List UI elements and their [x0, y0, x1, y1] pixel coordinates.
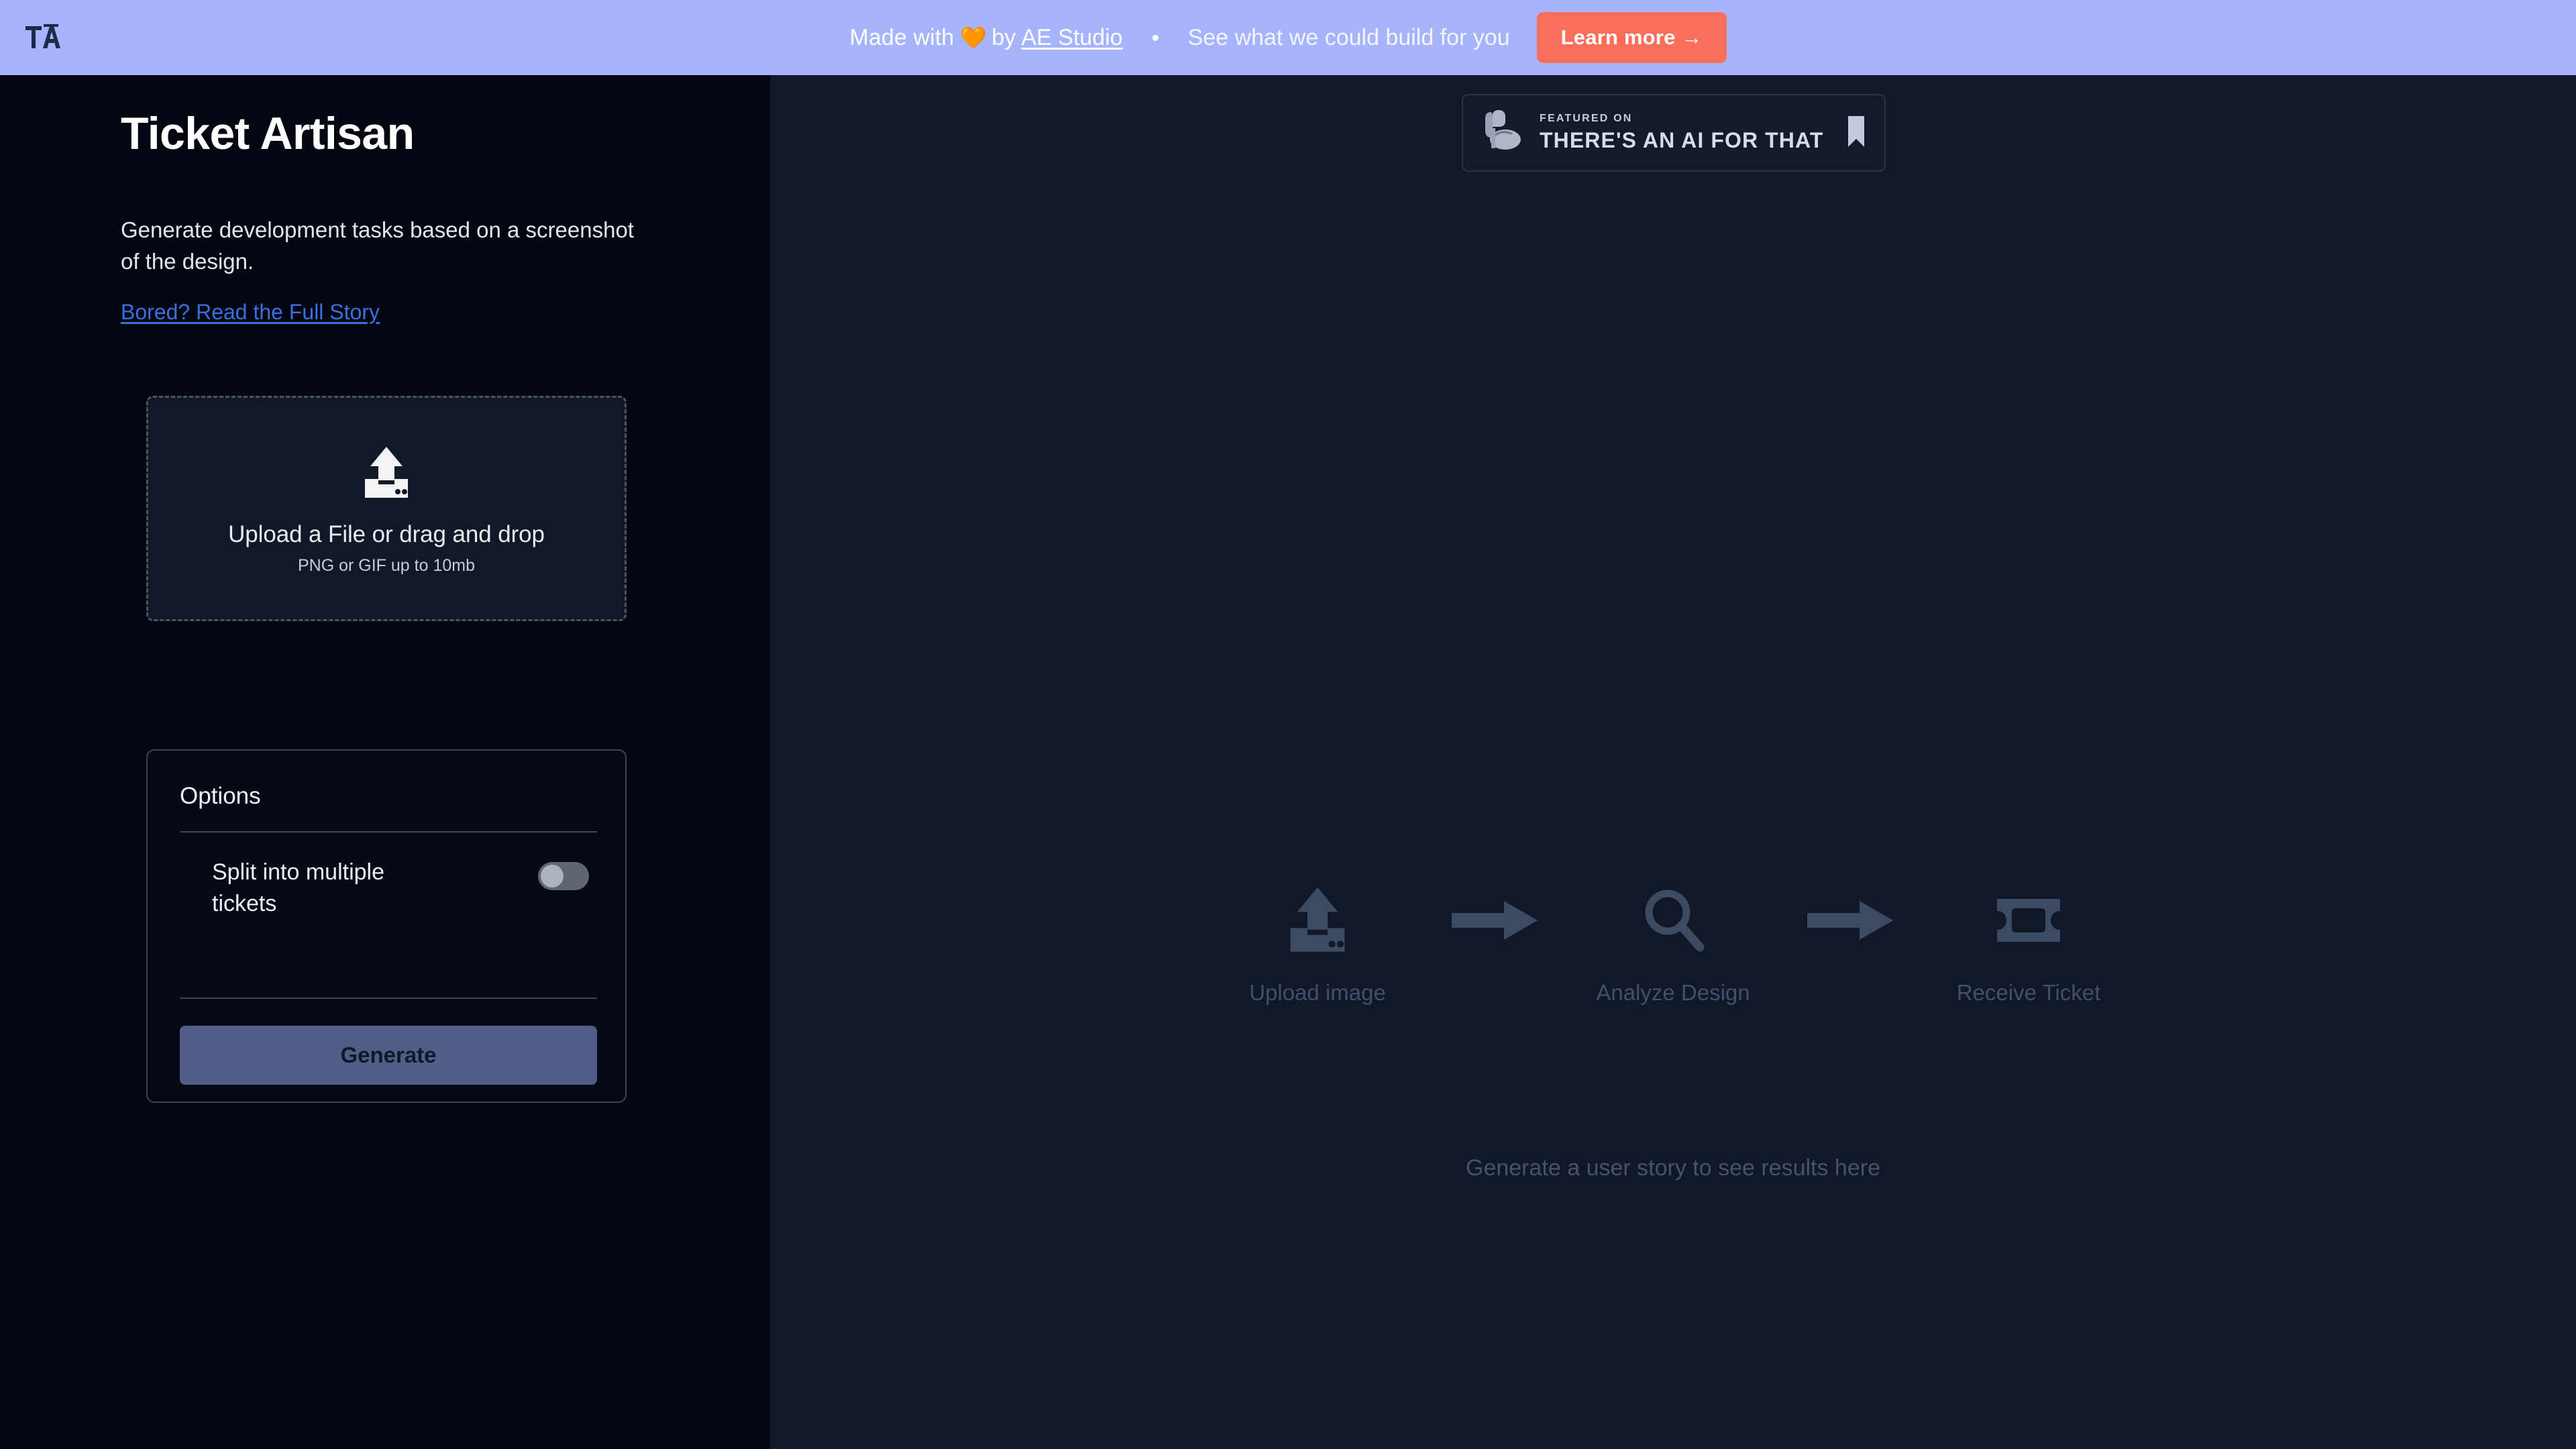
- learn-more-button[interactable]: Learn more →: [1536, 12, 1727, 63]
- made-with-prefix: Made with: [849, 24, 955, 50]
- options-divider-bottom: [180, 998, 597, 999]
- dropzone-hint: PNG or GIF up to 10mb: [298, 556, 475, 575]
- option-row-split-tickets: Split into multiple tickets: [180, 857, 597, 920]
- full-story-link[interactable]: Bored? Read the Full Story: [121, 300, 380, 325]
- featured-on-badge[interactable]: FEATURED ON THERE'S AN AI FOR THAT: [1462, 94, 1886, 172]
- promo-tagline: See what we could build for you: [1187, 24, 1510, 50]
- toggle-switch-icon[interactable]: [538, 862, 589, 890]
- options-heading: Options: [180, 783, 261, 809]
- step-upload-image: Upload image: [1217, 877, 1418, 1006]
- promo-center-content: Made with 🧡 by AE Studio See what we cou…: [849, 0, 1727, 75]
- made-with-text: Made with 🧡 by: [849, 25, 1016, 51]
- dropzone-title: Upload a File or drag and drop: [228, 521, 545, 547]
- file-upload-icon: [361, 445, 412, 504]
- page-title: Ticket Artisan: [121, 108, 415, 159]
- ta-monogram-icon: [24, 23, 60, 52]
- options-card: Options Split into multiple tickets Gene…: [146, 749, 627, 1103]
- main-panel: FEATURED ON THERE'S AN AI FOR THAT Uploa…: [770, 75, 2576, 1449]
- magnifying-glass-icon: [1638, 877, 1708, 964]
- option-label-split-tickets: Split into multiple tickets: [212, 859, 385, 916]
- step-analyze-design: Analyze Design: [1572, 877, 1774, 1006]
- promo-banner: Made with 🧡 by AE Studio See what we cou…: [0, 0, 2576, 75]
- upload-dropzone[interactable]: Upload a File or drag and drop PNG or GI…: [146, 396, 627, 621]
- app-body: Ticket Artisan Generate development task…: [0, 75, 2576, 1449]
- badge-featured-label: FEATURED ON: [1540, 113, 1633, 124]
- empty-state-steps: Upload image Analyze Design Receive Tick…: [770, 877, 2576, 1006]
- step-label-upload-image: Upload image: [1249, 980, 1386, 1005]
- options-divider-top: [180, 831, 597, 833]
- sidebar: Ticket Artisan Generate development task…: [0, 75, 770, 1449]
- step-label-receive-ticket: Receive Ticket: [1956, 980, 2101, 1005]
- page-subtitle: Generate development tasks based on a sc…: [121, 217, 634, 274]
- file-upload-icon: [1285, 877, 1350, 964]
- toggle-knob: [541, 865, 564, 888]
- generate-button[interactable]: Generate: [180, 1026, 597, 1085]
- made-with-by: by: [991, 24, 1016, 50]
- ta-logo[interactable]: [15, 17, 75, 58]
- ticket-icon: [1992, 877, 2065, 964]
- badge-site-name: THERE'S AN AI FOR THAT: [1540, 128, 1824, 152]
- step-receive-ticket: Receive Ticket: [1928, 877, 2129, 1006]
- badge-text-block: FEATURED ON THERE'S AN AI FOR THAT: [1540, 113, 1831, 153]
- bookmark-icon: [1845, 115, 1867, 152]
- step-label-analyze-design: Analyze Design: [1596, 980, 1750, 1005]
- flexed-bicep-icon: [1481, 108, 1525, 158]
- empty-state-message: Generate a user story to see results her…: [1466, 1155, 1880, 1181]
- dot-separator-icon: [1152, 34, 1159, 41]
- orange-heart-icon: 🧡: [960, 25, 987, 50]
- arrow-right-icon: [1418, 877, 1572, 964]
- arrow-right-icon: [1774, 877, 1928, 964]
- ae-studio-link[interactable]: AE Studio: [1021, 25, 1122, 51]
